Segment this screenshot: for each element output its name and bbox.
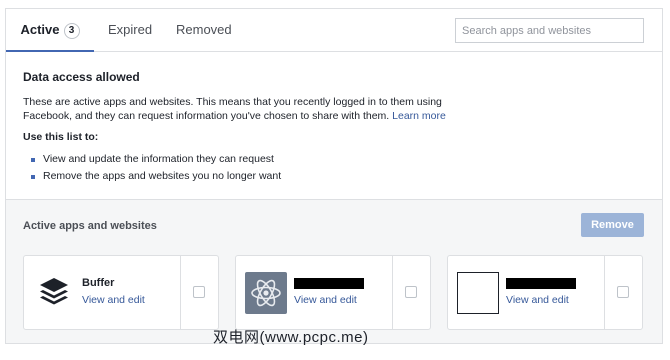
learn-more-link[interactable]: Learn more — [392, 110, 446, 122]
apps-section-title: Active apps and websites — [23, 220, 157, 232]
redacted-app-name — [506, 278, 576, 289]
tab-removed[interactable]: Removed — [176, 9, 232, 51]
view-and-edit-link[interactable]: View and edit — [294, 294, 357, 306]
use-list-title: Use this list to: — [23, 131, 99, 143]
view-and-edit-link[interactable]: View and edit — [82, 294, 145, 306]
app-settings-panel: Active3 Expired Removed Data access allo… — [5, 8, 663, 344]
card-divider — [392, 256, 393, 329]
select-checkbox[interactable] — [617, 286, 629, 298]
info-description: These are active apps and websites. This… — [23, 95, 463, 123]
list-item: View and update the information they can… — [31, 151, 281, 168]
watermark-text: 双电网(www.pcpc.me) — [213, 329, 369, 346]
atom-icon — [245, 272, 287, 314]
card-divider — [180, 256, 181, 329]
view-and-edit-link[interactable]: View and edit — [506, 294, 569, 306]
apps-section: Active apps and websites Remove Buffer V… — [6, 199, 662, 343]
select-checkbox[interactable] — [193, 286, 205, 298]
app-card-3[interactable]: View and edit — [447, 255, 643, 330]
app-card-buffer[interactable]: Buffer View and edit — [23, 255, 219, 330]
tab-active[interactable]: Active 3 — [6, 9, 94, 52]
redacted-app-name — [294, 278, 364, 289]
use-list: View and update the information they can… — [31, 151, 281, 185]
search-input[interactable] — [455, 18, 644, 43]
active-count-badge: 3 — [63, 23, 80, 39]
info-section: Data access allowed These are active app… — [6, 53, 662, 199]
description-text: These are active apps and websites. This… — [23, 96, 442, 122]
select-checkbox[interactable] — [405, 286, 417, 298]
card-divider — [604, 256, 605, 329]
tab-bar: Active 3 Expired Removed — [6, 9, 662, 52]
remove-button[interactable]: Remove — [581, 213, 644, 237]
section-title: Data access allowed — [23, 70, 140, 84]
tab-active-label: Active — [20, 22, 60, 37]
app-card-2[interactable]: View and edit — [235, 255, 431, 330]
app-name: Buffer — [82, 277, 115, 289]
list-item: Remove the apps and websites you no long… — [31, 168, 281, 185]
buffer-stack-icon — [33, 272, 75, 314]
tab-expired[interactable]: Expired — [108, 9, 152, 51]
blank-logo — [457, 272, 499, 314]
